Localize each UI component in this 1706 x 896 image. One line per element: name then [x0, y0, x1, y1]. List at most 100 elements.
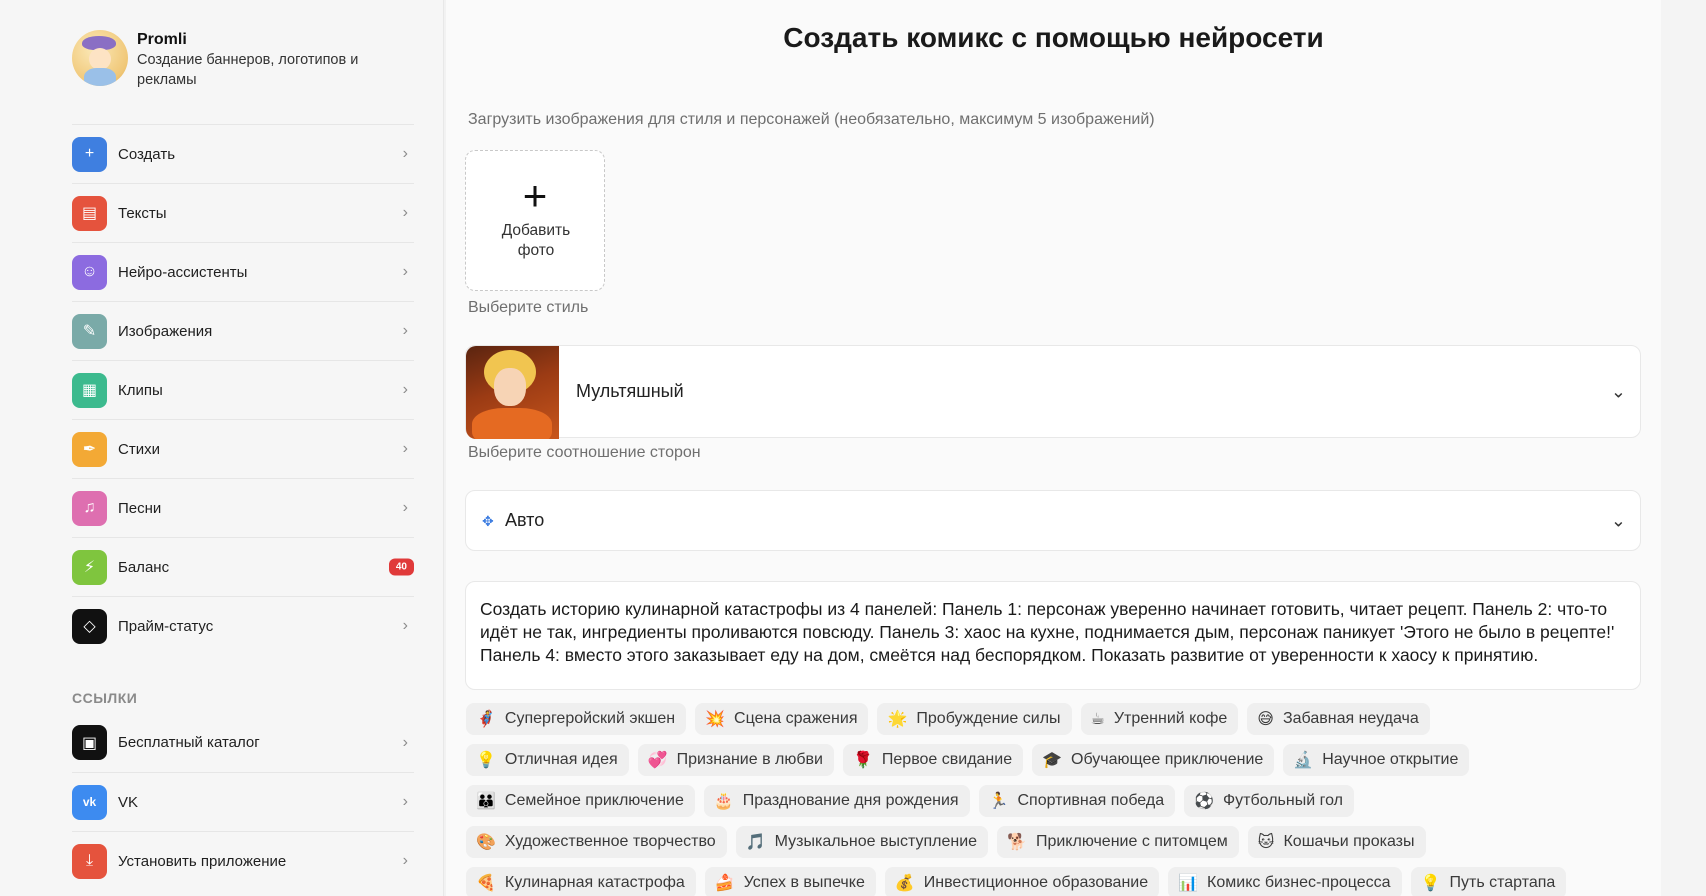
- preset-emoji-icon: 🎵: [745, 834, 766, 851]
- preset-chip[interactable]: 🎂 Празднование дня рождения: [703, 785, 970, 817]
- preset-chip[interactable]: 🌟 Пробуждение силы: [877, 703, 1072, 735]
- preset-chip-label: Семейное приключение: [504, 792, 684, 809]
- link-item-0[interactable]: ▣ Бесплатный каталог ›: [72, 713, 414, 772]
- preset-chip[interactable]: ☕ Утренний кофе: [1080, 703, 1239, 735]
- preset-emoji-icon: 🐱: [1257, 834, 1275, 851]
- style-select[interactable]: Мультяшный ⌄: [465, 345, 1641, 439]
- preset-chip-label: Признание в любви: [676, 751, 823, 768]
- sidebar-item-5[interactable]: ✒ Стихи ›: [72, 419, 414, 478]
- preset-emoji-icon: 🎓: [1042, 752, 1063, 769]
- brand[interactable]: Promli Создание баннеров, логотипов и ре…: [72, 30, 387, 90]
- preset-chip[interactable]: 😅 Забавная неудача: [1247, 703, 1430, 735]
- preset-chip-label: Утренний кофе: [1113, 710, 1228, 727]
- brand-name: Promli: [137, 31, 187, 48]
- preset-chip[interactable]: 🐱 Кошачьи проказы: [1247, 826, 1426, 858]
- preset-chip[interactable]: 🎵 Музыкальное выступление: [735, 826, 989, 858]
- preset-chip[interactable]: 🍰 Успех в выпечке: [704, 867, 876, 896]
- preset-chip[interactable]: 🏃 Спортивная победа: [978, 785, 1176, 817]
- preset-chip-label: Сцена сражения: [734, 710, 858, 727]
- link-label: Бесплатный каталог: [118, 734, 260, 751]
- chevron-right-icon: ›: [402, 852, 408, 869]
- sidebar-label: Клипы: [118, 381, 163, 399]
- preset-chip[interactable]: 💞 Признание в любви: [637, 744, 834, 776]
- preset-chip[interactable]: 👪 Семейное приключение: [466, 785, 695, 817]
- preset-chip-label: Забавная неудача: [1282, 710, 1419, 727]
- chevron-down-icon: ⌄: [1610, 510, 1626, 530]
- bolt-icon: ⚡: [72, 549, 107, 585]
- preset-chip[interactable]: 🍕 Кулинарная катастрофа: [466, 867, 696, 896]
- sidebar-item-6[interactable]: ♫ Песни ›: [72, 478, 414, 537]
- preset-emoji-icon: 👪: [476, 793, 496, 810]
- sidebar-item-1[interactable]: ▤ Тексты ›: [72, 183, 414, 242]
- link-label: VK: [118, 793, 139, 811]
- preset-chip-label: Художественное творчество: [504, 833, 716, 850]
- sidebar-item-0[interactable]: + Создать ›: [72, 124, 414, 183]
- sidebar-item-7[interactable]: ⚡ Баланс 40: [72, 537, 414, 596]
- ratio-select[interactable]: ✥ Авто ⌄: [465, 490, 1641, 551]
- preset-chip[interactable]: 🎓 Обучающее приключение: [1032, 744, 1275, 776]
- preset-emoji-icon: 😅: [1257, 711, 1274, 728]
- scrollbar[interactable]: [1661, 0, 1706, 896]
- vk-icon: vk: [72, 784, 107, 820]
- preset-chip-label: Путь стартапа: [1449, 874, 1556, 891]
- sidebar-links: ▣ Бесплатный каталог › vk VK › ⤓ Установить при…: [72, 713, 414, 890]
- sidebar-label: Тексты: [118, 204, 167, 222]
- sidebar-item-3[interactable]: ✎ Изображения ›: [72, 301, 414, 360]
- brush-icon: ✎: [72, 313, 107, 349]
- chevron-right-icon: ›: [402, 322, 408, 339]
- link-label: Установить приложение: [118, 852, 287, 870]
- chevron-right-icon: ›: [402, 263, 408, 280]
- chevron-right-icon: ›: [402, 793, 408, 810]
- preset-chip[interactable]: 💥 Сцена сражения: [695, 703, 869, 735]
- link-item-1[interactable]: vk VK ›: [72, 772, 414, 831]
- preset-chip-label: Супергеройский экшен: [504, 710, 676, 727]
- sidebar-label: Песни: [118, 499, 162, 517]
- preset-chip[interactable]: ⚽ Футбольный гол: [1184, 785, 1354, 817]
- chevron-right-icon: ›: [402, 381, 408, 398]
- preset-emoji-icon: ☕: [1090, 711, 1105, 728]
- prompt-textarea[interactable]: Создать историю кулинарной катастрофы из…: [465, 581, 1641, 690]
- preset-chip[interactable]: 📊 Комикс бизнес-процесса: [1168, 867, 1402, 896]
- ratio-label: Выберите соотношение сторон: [468, 444, 701, 461]
- style-value: Мультяшный: [576, 381, 684, 401]
- chevron-down-icon: ⌄: [1610, 381, 1626, 401]
- preset-emoji-icon: 🍕: [476, 875, 496, 892]
- preset-chip-label: Кошачьи проказы: [1283, 833, 1415, 850]
- expand-arrows-icon: ✥: [482, 513, 494, 529]
- preset-chip[interactable]: 💡 Отличная идея: [466, 744, 629, 776]
- smile-icon: ☺: [72, 254, 107, 290]
- preset-emoji-icon: 💡: [476, 752, 496, 769]
- chevron-right-icon: ›: [402, 204, 408, 221]
- preset-chip[interactable]: 🦸 Супергеройский экшен: [466, 703, 687, 735]
- preset-emoji-icon: 🍰: [714, 875, 735, 892]
- sidebar-label: Нейро-ассистенты: [118, 263, 248, 281]
- gallery-icon: ▣: [72, 725, 107, 760]
- links-section-title: ССЫЛКИ: [72, 690, 138, 706]
- preset-chip-label: Футбольный гол: [1223, 792, 1343, 809]
- sidebar-item-8[interactable]: ◇ Прайм-статус ›: [72, 596, 414, 655]
- main-content: Создать комикс с помощью нейросети Загру…: [446, 0, 1661, 896]
- link-item-2[interactable]: ⤓ Установить приложение ›: [72, 831, 414, 890]
- preset-chip[interactable]: 💰 Инвестиционное образование: [884, 867, 1160, 896]
- preset-emoji-icon: 💥: [705, 711, 726, 728]
- chevron-right-icon: ›: [402, 499, 408, 516]
- preset-emoji-icon: 🌹: [852, 752, 873, 769]
- chevron-right-icon: ›: [402, 733, 408, 751]
- preset-emoji-icon: 🌟: [887, 711, 908, 728]
- preset-chip-label: Комикс бизнес-процесса: [1207, 874, 1391, 891]
- preset-chip[interactable]: 🎨 Художественное творчество: [466, 826, 727, 858]
- preset-chip-label: Приключение с питомцем: [1035, 833, 1228, 850]
- preset-chip[interactable]: 💡 Путь стартапа: [1410, 867, 1567, 896]
- preset-emoji-icon: 🔬: [1293, 752, 1314, 769]
- preset-emoji-icon: 🐕: [1007, 834, 1027, 851]
- preset-emoji-icon: 💞: [647, 752, 668, 769]
- balance-badge: 40: [388, 558, 414, 576]
- preset-chip[interactable]: 🔬 Научное открытие: [1283, 744, 1470, 776]
- add-photo-button[interactable]: + Добавить фото: [465, 150, 605, 291]
- preset-chip[interactable]: 🌹 Первое свидание: [842, 744, 1024, 776]
- style-thumbnail: [466, 346, 559, 439]
- sidebar-item-2[interactable]: ☺ Нейро-ассистенты ›: [72, 242, 414, 301]
- sidebar-item-4[interactable]: ▦ Клипы ›: [72, 360, 414, 419]
- preset-chip[interactable]: 🐕 Приключение с питомцем: [997, 826, 1239, 858]
- preset-emoji-icon: 🦸: [476, 711, 496, 728]
